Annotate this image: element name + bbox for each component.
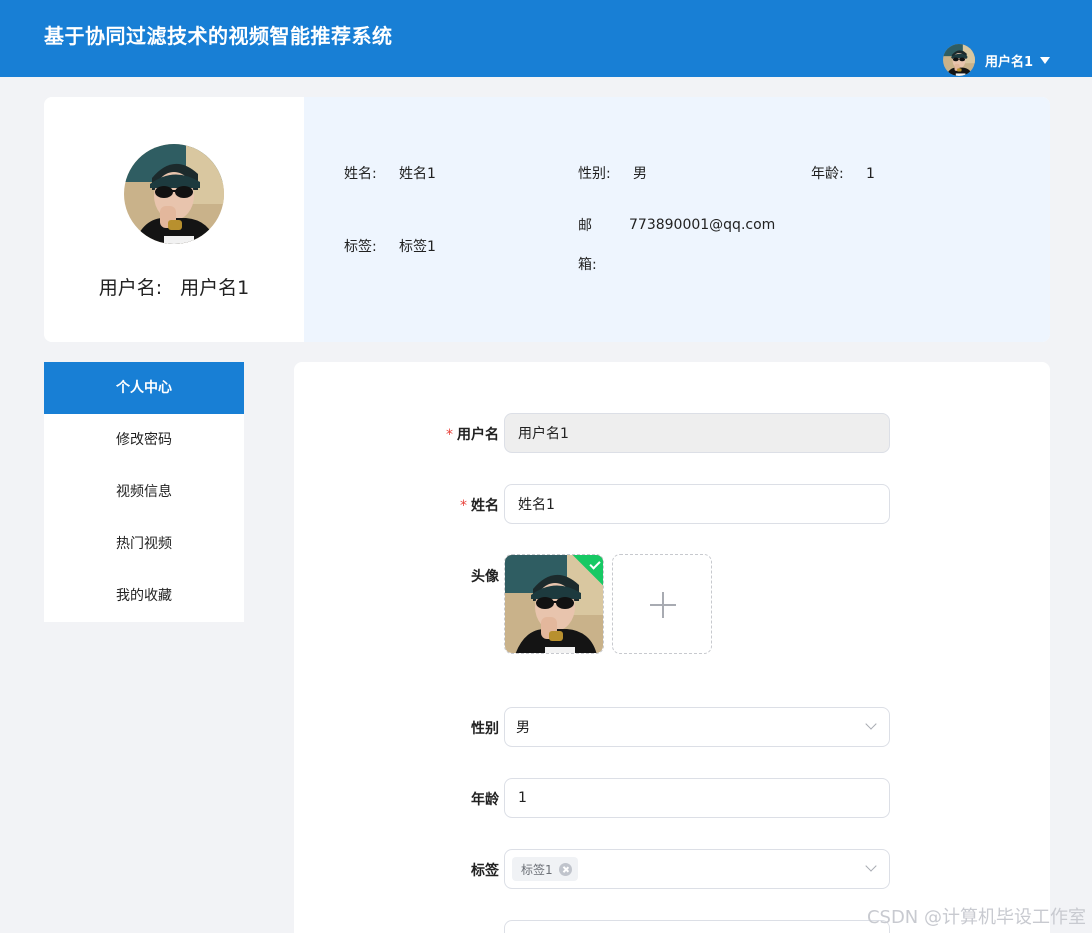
app-title: 基于协同过滤技术的视频智能推荐系统 bbox=[44, 24, 393, 48]
profile-username: 用户名: 用户名1 bbox=[44, 273, 304, 300]
tag-close-icon[interactable] bbox=[558, 862, 572, 876]
profile-info-panel: 姓名: 姓名1 性别: 男 年龄: 1 标签: 标签1 邮箱: 773890001@qq… bbox=[304, 97, 1050, 342]
watermark: CSDN @计算机毕设工作室 bbox=[866, 907, 1086, 928]
info-name-value: 姓名1 bbox=[399, 166, 436, 182]
age-input[interactable]: 1 bbox=[504, 778, 890, 818]
info-gender: 性别: 男 bbox=[578, 163, 647, 183]
info-email-label: 邮箱: bbox=[578, 218, 597, 273]
info-age-label: 年龄: bbox=[811, 166, 844, 182]
required-mark: * bbox=[446, 427, 453, 443]
avatar-uploaded-thumb[interactable] bbox=[504, 554, 604, 654]
info-gender-label: 性别: bbox=[578, 166, 611, 182]
name-form-label: * 姓名 bbox=[460, 498, 499, 514]
top-navbar: 基于协同过滤技术的视频智能推荐系统 用户名1 bbox=[0, 0, 1092, 77]
menu-item-change-password[interactable]: 修改密码 bbox=[44, 414, 244, 466]
info-tag: 标签: 标签1 bbox=[344, 236, 436, 256]
next-field-input[interactable] bbox=[504, 920, 890, 933]
info-gender-value: 男 bbox=[633, 166, 647, 182]
profile-avatar bbox=[124, 144, 224, 244]
required-mark: * bbox=[460, 498, 467, 514]
gender-form-label: 性别 bbox=[471, 721, 499, 737]
gender-select[interactable]: 男 bbox=[504, 707, 890, 747]
chevron-down-icon bbox=[865, 718, 877, 730]
age-form-label: 年龄 bbox=[471, 792, 499, 808]
header-username: 用户名1 bbox=[984, 54, 1033, 70]
avatar-form-label: 头像 bbox=[471, 569, 499, 585]
info-email-value: 773890001@qq.com bbox=[629, 217, 776, 233]
info-tag-label: 标签: bbox=[344, 239, 377, 255]
plus-icon bbox=[662, 592, 664, 618]
info-tag-value: 标签1 bbox=[399, 239, 436, 255]
profile-username-value: 用户名1 bbox=[180, 277, 250, 299]
username-form-label: * 用户名 bbox=[446, 427, 499, 443]
menu-item-video-info[interactable]: 视频信息 bbox=[44, 466, 244, 518]
header-avatar bbox=[943, 44, 975, 76]
profile-card: 用户名: 用户名1 姓名: 姓名1 性别: 男 年龄: 1 标签: 标签1 邮箱: 773… bbox=[44, 97, 1050, 342]
chevron-down-icon bbox=[865, 860, 877, 872]
profile-form: * 用户名 用户名1 * 姓名 姓名1 头像 性别 男 年龄 1 标签 标签1 bbox=[294, 362, 1050, 933]
avatar-upload-button[interactable] bbox=[612, 554, 712, 654]
menu-item-my-favorites[interactable]: 我的收藏 bbox=[44, 570, 244, 622]
profile-username-label: 用户名: bbox=[98, 277, 163, 299]
info-age: 年龄: 1 bbox=[811, 163, 875, 183]
info-age-value: 1 bbox=[866, 166, 875, 182]
name-input[interactable]: 姓名1 bbox=[504, 484, 890, 524]
info-name: 姓名: 姓名1 bbox=[344, 163, 436, 183]
info-name-label: 姓名: bbox=[344, 166, 377, 182]
username-input[interactable]: 用户名1 bbox=[504, 413, 890, 453]
tags-select[interactable]: 标签1 bbox=[504, 849, 890, 889]
side-menu: 个人中心 修改密码 视频信息 热门视频 我的收藏 bbox=[44, 362, 244, 622]
caret-down-icon bbox=[1040, 56, 1050, 64]
menu-item-personal-center[interactable]: 个人中心 bbox=[44, 362, 244, 414]
user-menu-dropdown[interactable]: 用户名1 bbox=[943, 44, 1050, 76]
tag-chip: 标签1 bbox=[512, 857, 578, 881]
profile-summary: 用户名: 用户名1 bbox=[44, 97, 304, 342]
menu-item-hot-videos[interactable]: 热门视频 bbox=[44, 518, 244, 570]
tags-form-label: 标签 bbox=[471, 863, 499, 879]
